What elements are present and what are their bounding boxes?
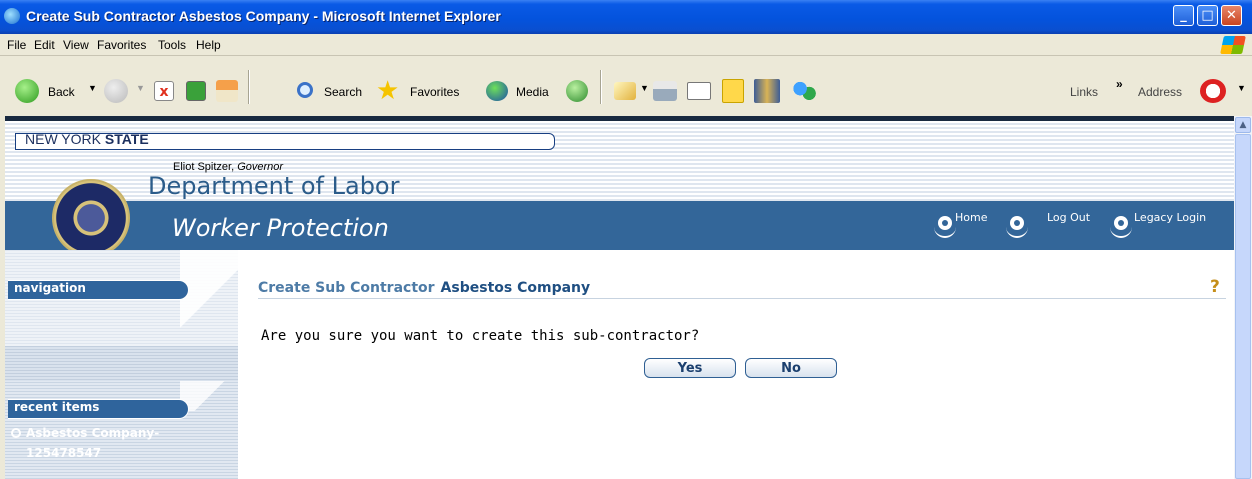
sidebar-band (5, 346, 238, 381)
section-title: Worker Protection (172, 214, 389, 242)
window-title-bar[interactable]: Create Sub Contractor Asbestos Company -… (0, 0, 1252, 34)
forward-arrow-icon[interactable] (104, 79, 128, 103)
minimize-button[interactable]: _ (1173, 5, 1194, 26)
research-icon[interactable] (754, 79, 780, 103)
stop-icon[interactable]: x (154, 81, 174, 101)
media-button[interactable]: Media (516, 85, 549, 99)
forward-dropdown-icon[interactable]: ▼ (136, 83, 145, 93)
no-button[interactable]: No (745, 358, 837, 378)
nys-wordmark: NEW YORK STATE (25, 131, 149, 147)
home-link[interactable]: Home (955, 211, 987, 224)
department-title: Department of Labor (148, 172, 400, 200)
maximize-button[interactable]: □ (1197, 5, 1218, 26)
menu-edit[interactable]: Edit (34, 38, 55, 52)
sidebar-decor (180, 250, 238, 346)
history-icon[interactable] (566, 80, 588, 102)
scroll-up-arrow-icon[interactable]: ▲ (1235, 117, 1251, 133)
back-arrow-icon[interactable] (15, 79, 39, 103)
menu-view[interactable]: View (63, 38, 89, 52)
search-button[interactable]: Search (324, 85, 362, 99)
search-icon[interactable] (297, 82, 313, 98)
mail-icon[interactable] (614, 82, 636, 100)
window-title: Create Sub Contractor Asbestos Company -… (26, 8, 501, 24)
toolbar-separator (600, 70, 602, 104)
back-dropdown-icon[interactable]: ▼ (88, 83, 97, 93)
toolbar-separator (248, 70, 250, 104)
links-chevron-icon[interactable]: » (1116, 77, 1123, 91)
scroll-thumb[interactable] (1235, 134, 1251, 479)
print-icon[interactable] (653, 81, 677, 101)
recent-item-link[interactable]: Asbestos Company- (26, 423, 159, 443)
ie-icon (4, 8, 20, 24)
pdf-icon[interactable] (1200, 79, 1226, 103)
nys-light-text: NEW YORK (25, 131, 101, 147)
menu-help[interactable]: Help (196, 38, 221, 52)
mail-dropdown-icon[interactable]: ▼ (640, 83, 649, 93)
close-button[interactable]: ✕ (1221, 5, 1242, 26)
address-label[interactable]: Address (1138, 85, 1182, 99)
legacy-login-link[interactable]: Legacy Login (1134, 211, 1206, 224)
home-icon[interactable] (216, 80, 238, 102)
recent-items-heading: recent items (14, 400, 100, 414)
messenger-icon[interactable] (791, 79, 817, 103)
discuss-icon[interactable] (722, 79, 744, 103)
yes-button[interactable]: Yes (644, 358, 736, 378)
favorites-button[interactable]: Favorites (410, 85, 459, 99)
help-icon[interactable]: ? (1210, 277, 1220, 297)
menu-bar: File Edit View Favorites Tools Help (0, 34, 1252, 56)
edit-icon[interactable] (687, 82, 711, 100)
page-title-sub: Asbestos Company (440, 280, 591, 296)
toolbar: Back ▼ ▼ x Search ★ Favorites Media ▼ Li… (0, 56, 1252, 116)
links-label[interactable]: Links (1070, 85, 1098, 99)
windows-logo-icon (1220, 36, 1246, 54)
back-button[interactable]: Back (48, 85, 75, 99)
recent-item-id[interactable]: 125478547 (26, 443, 101, 463)
favorites-star-icon[interactable]: ★ (376, 75, 399, 106)
nys-bold-text: STATE (104, 131, 149, 147)
title-divider (258, 298, 1226, 299)
state-seal-icon (52, 179, 130, 257)
logout-link[interactable]: Log Out (1047, 211, 1090, 224)
menu-tools[interactable]: Tools (158, 38, 186, 52)
confirm-message: Are you sure you want to create this sub… (261, 328, 700, 344)
navigation-heading: navigation (14, 281, 86, 295)
media-icon[interactable] (486, 81, 508, 101)
pdf-dropdown-icon[interactable]: ▼ (1237, 83, 1246, 93)
refresh-icon[interactable] (186, 81, 206, 101)
recent-item-bullet-icon (11, 428, 21, 438)
menu-file[interactable]: File (7, 38, 26, 52)
menu-favorites[interactable]: Favorites (97, 38, 146, 52)
page-title: Create Sub Contractor Asbestos Company (258, 280, 590, 296)
page-title-main: Create Sub Contractor (258, 280, 435, 296)
